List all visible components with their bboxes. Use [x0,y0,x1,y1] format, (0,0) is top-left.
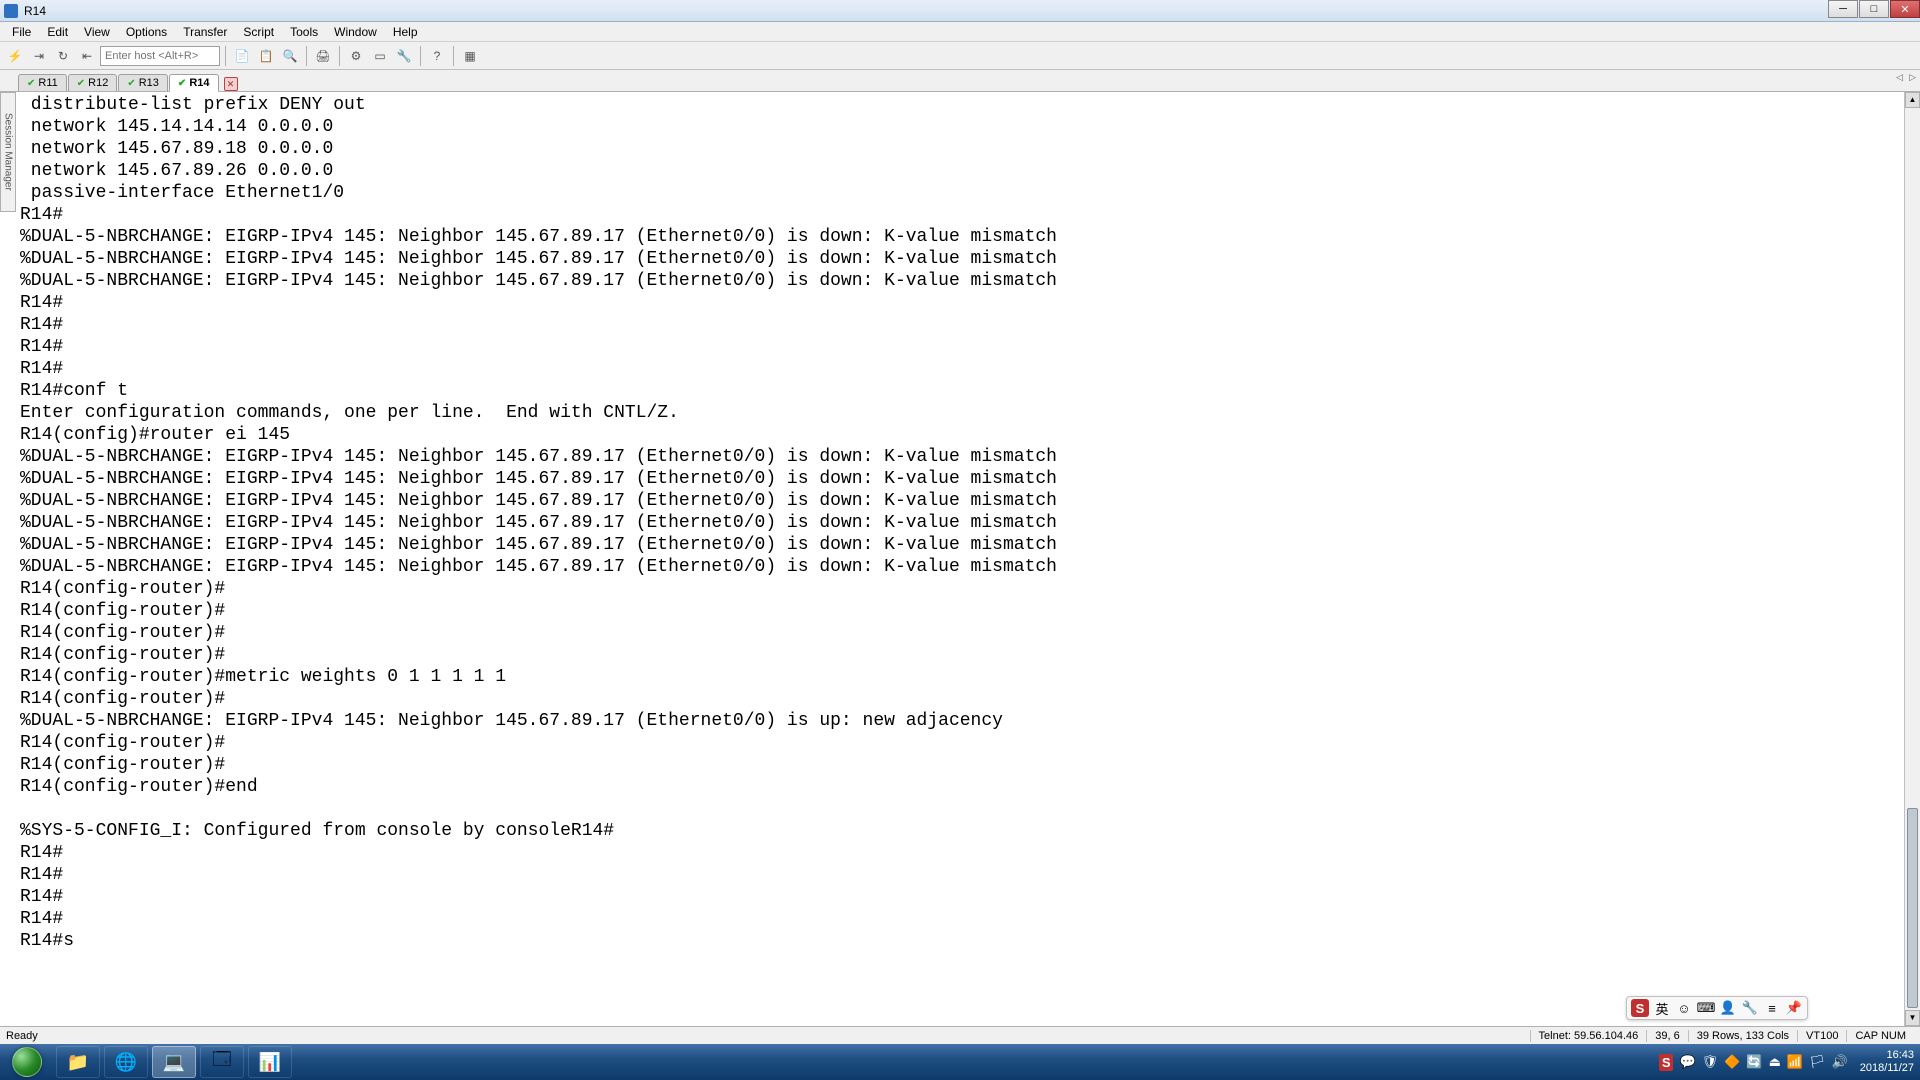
reconnect-icon[interactable]: ↻ [52,45,74,67]
session-manager-tab[interactable]: Session Manager [0,92,16,212]
trace-icon[interactable]: 🔧 [393,45,415,67]
close-button[interactable]: ✕ [1890,0,1920,18]
check-icon: ✔ [127,78,135,89]
tab-prev-icon[interactable]: ◁ [1896,72,1903,83]
status-terminal-type: VT100 [1797,1030,1846,1042]
statusbar: Ready Telnet: 59.56.104.46 39, 6 39 Rows… [0,1026,1920,1044]
ime-user-icon[interactable]: 👤 [1719,999,1737,1017]
tray-volume-icon[interactable]: 🔊 [1832,1054,1848,1070]
task-explorer[interactable]: 📁 [56,1046,100,1078]
menubar: File Edit View Options Transfer Script T… [0,22,1920,42]
task-app2[interactable]: 📊 [248,1046,292,1078]
menu-help[interactable]: Help [385,23,426,41]
host-input[interactable] [100,46,220,66]
menu-view[interactable]: View [76,23,118,41]
menu-window[interactable]: Window [326,23,385,41]
tray-safe-eject-icon[interactable]: ⏏ [1769,1054,1781,1070]
tab-nav: ◁ ▷ [1896,72,1916,83]
window-title: R14 [24,4,46,18]
scroll-down-icon[interactable]: ▼ [1905,1010,1920,1026]
toolbar-separator [306,46,307,66]
ime-keyboard-icon[interactable]: ⌨ [1697,999,1715,1017]
copy-icon[interactable]: 📄 [231,45,253,67]
toolbar: ⚡ ⇥ ↻ ⇤ 📄 📋 🔍 🖨 ⚙ ▭ 🔧 ? ▦ [0,42,1920,70]
start-orb-icon [12,1047,42,1077]
tab-next-icon[interactable]: ▷ [1909,72,1916,83]
minimize-button[interactable]: ─ [1828,0,1858,18]
paste-icon[interactable]: 📋 [255,45,277,67]
tab-r12[interactable]: ✔R12 [68,74,118,91]
menu-transfer[interactable]: Transfer [175,23,235,41]
tray-shield-icon[interactable]: 🔶 [1724,1054,1740,1070]
ime-pin-icon[interactable]: 📌 [1785,999,1803,1017]
tab-label: R12 [88,77,108,89]
titlebar: R14 ─ □ ✕ [0,0,1920,22]
ime-menu-icon[interactable]: ≡ [1763,999,1781,1017]
tab-r11[interactable]: ✔R11 [18,74,67,91]
scroll-up-icon[interactable]: ▲ [1905,92,1920,108]
clock-time: 16:43 [1860,1049,1914,1062]
help-icon[interactable]: ? [426,45,448,67]
status-connection: Telnet: 59.56.104.46 [1530,1030,1647,1042]
ime-toolbar[interactable]: S 英 ☺ ⌨ 👤 🔧 ≡ 📌 [1626,996,1808,1020]
ime-emoji-icon[interactable]: ☺ [1675,999,1693,1017]
tray-network-icon[interactable]: 📶 [1787,1054,1803,1070]
status-caps-num: CAP NUM [1846,1030,1914,1042]
find-icon[interactable]: 🔍 [279,45,301,67]
tab-label: R13 [139,77,159,89]
maximize-button[interactable]: □ [1859,0,1889,18]
window-controls: ─ □ ✕ [1827,0,1920,22]
system-tray: S 💬 🛡 🔶 🔄 ⏏ 📶 🏳 🔊 16:43 2018/11/27 [1653,1049,1920,1075]
tray-update-icon[interactable]: 🔄 [1746,1054,1762,1070]
tab-r13[interactable]: ✔ R13 [118,74,168,91]
status-ready: Ready [6,1030,1530,1042]
settings-icon[interactable]: ⚙ [345,45,367,67]
status-size: 39 Rows, 133 Cols [1688,1030,1797,1042]
print-icon[interactable]: 🖨 [312,45,334,67]
ime-settings-icon[interactable]: 🔧 [1741,999,1759,1017]
connect-icon[interactable]: ⚡ [4,45,26,67]
session-tab-bar: ✔R11 ✔R12 ✔R13 ✔R14 ✕ ◁ ▷ [0,70,1920,92]
tab-label: R11 [38,77,57,89]
tab-label: R14 [189,77,209,89]
toolbar-separator [420,46,421,66]
taskbar: 📁 🌐 💻 🗔 📊 S 💬 🛡 🔶 🔄 ⏏ 📶 🏳 🔊 16:43 2018/1… [0,1044,1920,1080]
toolbar-separator [225,46,226,66]
taskbar-clock[interactable]: 16:43 2018/11/27 [1860,1049,1914,1075]
quick-connect-icon[interactable]: ⇥ [28,45,50,67]
tab-close-button[interactable]: ✕ [224,77,238,91]
terminal-output[interactable]: distribute-list prefix DENY out network … [18,92,1904,1026]
menu-edit[interactable]: Edit [39,23,76,41]
vertical-scrollbar[interactable]: ▲ ▼ [1904,92,1920,1026]
menu-script[interactable]: Script [235,23,282,41]
scroll-thumb[interactable] [1907,808,1918,1008]
tab-r14[interactable]: ✔R14 [169,74,219,92]
tile-icon[interactable]: ▦ [459,45,481,67]
toolbar-separator [453,46,454,66]
ime-lang-icon[interactable]: 英 [1653,999,1671,1017]
menu-options[interactable]: Options [118,23,175,41]
clock-date: 2018/11/27 [1860,1062,1914,1075]
disconnect-icon[interactable]: ⇤ [76,45,98,67]
app-icon [4,4,18,18]
menu-tools[interactable]: Tools [282,23,326,41]
menu-file[interactable]: File [4,23,39,41]
task-chrome[interactable]: 🌐 [104,1046,148,1078]
status-cursor: 39, 6 [1646,1030,1687,1042]
tray-flag-icon[interactable]: 🏳 [1809,1054,1826,1070]
toolbar-separator [339,46,340,66]
tray-ime-icon[interactable]: S [1659,1054,1674,1071]
check-icon: ✔ [77,78,85,89]
tray-antivirus-icon[interactable]: 🛡 [1702,1054,1719,1070]
ime-sogou-icon[interactable]: S [1631,999,1649,1017]
session-options-icon[interactable]: ▭ [369,45,391,67]
start-button[interactable] [0,1044,54,1080]
task-securecrt[interactable]: 💻 [152,1046,196,1078]
check-icon: ✔ [27,78,35,89]
check-icon: ✔ [178,78,186,89]
task-app1[interactable]: 🗔 [200,1046,244,1078]
tray-action-center-icon[interactable]: 💬 [1679,1054,1695,1070]
